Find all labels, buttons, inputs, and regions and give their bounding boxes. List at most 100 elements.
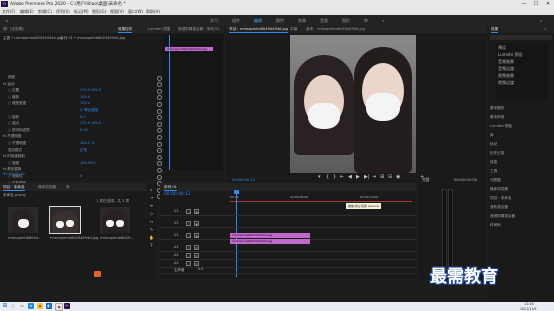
panel-media-browser[interactable]: 媒体浏览器 — [490, 187, 508, 192]
tab-project[interactable]: 项目：未命名 — [3, 185, 25, 191]
app-badge-icon[interactable] — [94, 271, 101, 277]
effects-search-input[interactable] — [490, 35, 552, 40]
program-timecode[interactable]: 00:00:00:12 — [232, 177, 255, 182]
minimize-button[interactable]: — — [518, 0, 530, 8]
workspace-libraries[interactable]: 库 — [364, 18, 368, 24]
pen-tool-icon[interactable]: ✎ — [149, 227, 154, 232]
panel-history[interactable]: 历史记录 — [490, 151, 504, 156]
reset-parameter-icon[interactable] — [157, 108, 162, 114]
maximize-button[interactable]: ☐ — [530, 0, 542, 8]
effect-row-value[interactable]: 100.00% — [80, 161, 96, 165]
keyframe-playhead[interactable] — [169, 35, 170, 170]
task-view-icon[interactable]: ▭ — [19, 303, 25, 309]
panel-audio-track-mixer[interactable]: 音轨混合器 — [490, 205, 508, 210]
tree-item-audio-effects[interactable]: 音频效果 — [498, 59, 514, 65]
track-header-label[interactable]: V2 — [174, 221, 178, 225]
reset-parameter-icon[interactable] — [157, 174, 162, 180]
reset-parameter-icon[interactable] — [157, 161, 162, 167]
tree-item-lumetri-presets[interactable]: Lumetri 预设 — [498, 52, 523, 58]
panel-lumetri-color[interactable]: Lumetri 颜色 — [490, 124, 512, 129]
reset-parameter-icon[interactable] — [157, 134, 162, 140]
hand-tool-icon[interactable]: ✋ — [149, 235, 154, 240]
go-to-in-icon[interactable]: ⇤ — [340, 174, 344, 180]
track-header-label[interactable]: V1 — [174, 233, 178, 237]
panel-essential-graphics[interactable]: 基本图形 — [490, 106, 504, 111]
effect-row-value[interactable]: 270.0 262.0 — [80, 88, 101, 92]
reset-parameter-icon[interactable] — [157, 75, 162, 81]
taskbar-date[interactable]: 2021/11/9 — [520, 307, 536, 311]
panel-metadata[interactable]: 元数据 — [490, 178, 501, 183]
effect-row-value[interactable]: 0 — [80, 174, 82, 178]
track-header-label[interactable]: V3 — [174, 209, 178, 213]
mark-in-icon[interactable]: { — [326, 174, 329, 180]
close-button[interactable]: ✕ — [542, 0, 554, 8]
tab-media-browser[interactable]: 媒体浏览器 — [38, 185, 56, 190]
playhead-handle[interactable] — [234, 190, 239, 194]
edge-icon[interactable]: e — [28, 303, 34, 309]
reset-parameter-icon[interactable] — [157, 167, 162, 173]
master-clip-label[interactable]: 主要 * rmmapmhb60494494d.jpg — [3, 36, 63, 41]
tree-item-audio-transitions[interactable]: 音频过渡 — [498, 66, 514, 72]
add-marker-icon[interactable]: ▾ — [318, 174, 321, 180]
tab-sequence-01[interactable]: 序列 01 — [164, 185, 177, 191]
store-icon[interactable]: ◧ — [46, 303, 52, 309]
media-player-icon[interactable]: ● — [55, 303, 63, 311]
effect-row-value[interactable]: 正常 — [80, 148, 87, 153]
lift-icon[interactable]: ⊞ — [380, 174, 384, 180]
project-thumb-1[interactable] — [8, 207, 38, 233]
type-tool-icon[interactable]: T — [149, 243, 154, 248]
taskbar-time[interactable]: 11:45 — [524, 302, 534, 306]
track-header-label[interactable]: A3 — [174, 261, 178, 265]
reset-parameter-icon[interactable] — [157, 101, 162, 107]
timeline-clip-v2[interactable]: rmmapmhb60494494d.jpg — [230, 233, 310, 238]
track-visibility-icon[interactable]: ◉ — [194, 209, 199, 214]
track-select-tool-icon[interactable]: ⇥ — [149, 195, 154, 200]
track-visibility-icon[interactable]: ◉ — [194, 233, 199, 238]
effect-row-value[interactable]: 100.0 — [80, 95, 90, 99]
tab-lumetri-scopes[interactable]: Lumetri 范围 — [148, 27, 170, 32]
effect-row-value[interactable]: 100.0 — [80, 101, 90, 105]
workspace-assembly[interactable]: 组件 — [232, 18, 240, 24]
tab-program[interactable]: 节目：rmmapmhb60494494d.jpg — [229, 27, 289, 33]
tree-item-video-effects[interactable]: 视频效果 — [498, 73, 514, 79]
tab-effect-controls[interactable]: 效果控件 — [118, 27, 133, 33]
reset-parameter-icon[interactable] — [157, 121, 162, 127]
panel-markers[interactable]: 标记 — [490, 142, 497, 147]
tab-source[interactable]: 源：(无剪辑) — [3, 27, 24, 32]
panel-tools[interactable]: 工具 — [490, 169, 497, 174]
track-lock-icon[interactable]: ▢ — [186, 221, 191, 226]
panel-project[interactable]: 项目：未命名 — [490, 196, 512, 201]
project-item-name-3[interactable]: rmmapmhb6049... — [100, 236, 134, 240]
effect-row-value[interactable]: 0.00 — [80, 128, 88, 132]
tree-item-presets[interactable]: 预设 — [498, 45, 506, 51]
reset-parameter-icon[interactable] — [157, 95, 162, 101]
tab-effects[interactable]: 效果 — [491, 27, 499, 33]
track-header-label[interactable]: A2 — [174, 253, 178, 257]
project-item-name-2[interactable]: rmmapmhb60494494d.jpg — [50, 236, 98, 240]
panel-essential-sound[interactable]: 基本声音 — [490, 115, 504, 120]
workspace-editing[interactable]: 编辑 — [254, 18, 262, 24]
workspace-graphics[interactable]: 图形 — [342, 18, 350, 24]
reset-parameter-icon[interactable] — [157, 88, 162, 94]
track-mute-icon[interactable]: M — [194, 253, 199, 258]
effect-controls-timecode[interactable]: 00:00:00:12 — [3, 172, 25, 176]
ripple-edit-tool-icon[interactable]: ⇹ — [149, 203, 154, 208]
track-header-label[interactable]: A1 — [174, 245, 178, 249]
home-icon[interactable]: ⌂ — [6, 18, 9, 23]
track-lock-icon[interactable]: ▢ — [186, 253, 191, 258]
panel-timecode[interactable]: 时间码 — [490, 223, 501, 228]
reset-parameter-icon[interactable] — [157, 128, 162, 134]
search-taskbar-icon[interactable]: ○ — [10, 303, 16, 309]
step-forward-icon[interactable]: ▶| — [364, 174, 370, 180]
button-editor-icon[interactable]: + — [420, 174, 424, 180]
right-panel-more[interactable]: » — [544, 27, 546, 31]
reset-parameter-icon[interactable] — [157, 154, 162, 160]
slip-tool-icon[interactable]: ↔ — [149, 219, 154, 224]
project-thumb-3[interactable] — [100, 207, 130, 233]
workspace-color[interactable]: 颜色 — [276, 18, 284, 24]
play-stop-button[interactable]: ▶ — [356, 174, 360, 180]
tab-audio-clip-mixer[interactable]: 音频剪辑混合器：序列 01 — [178, 27, 220, 32]
sequence-clip-label[interactable]: 序列 01 * rmmapmhb60494494d.jpg — [60, 36, 125, 41]
track-header-label[interactable]: 主声道 — [174, 267, 184, 272]
workspace-effects[interactable]: 效果 — [298, 18, 306, 24]
